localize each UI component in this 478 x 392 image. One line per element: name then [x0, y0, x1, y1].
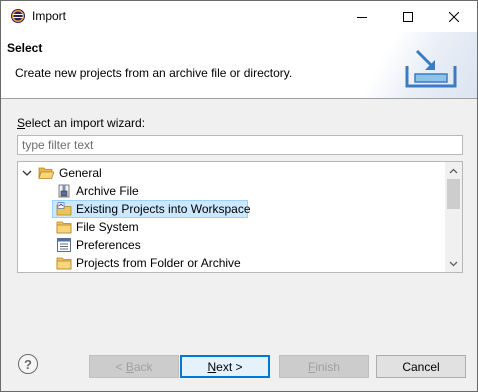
finish-button[interactable]: Finish — [279, 355, 369, 378]
maximize-icon — [403, 11, 413, 22]
import-dialog: Import Select Create new projects from a… — [0, 0, 478, 392]
scroll-down-button[interactable] — [445, 255, 462, 272]
folder-open-icon — [38, 167, 54, 179]
folder-icon — [56, 257, 72, 270]
minimize-icon — [357, 16, 367, 18]
filter-input[interactable] — [17, 135, 463, 155]
cancel-button[interactable]: Cancel — [376, 355, 466, 378]
close-icon — [449, 11, 459, 22]
next-button[interactable]: Next > — [180, 355, 270, 378]
help-button[interactable]: ? — [18, 354, 38, 374]
tree-item-label: Projects from Folder or Archive — [76, 256, 241, 270]
wizard-tree[interactable]: General Archive File Existing Projects i… — [17, 161, 463, 273]
chevron-up-icon — [449, 168, 458, 173]
wizard-label: Select an import wizard: — [17, 116, 146, 130]
archive-file-icon — [58, 184, 70, 198]
page-description: Create new projects from an archive file… — [15, 66, 293, 80]
maximize-button[interactable] — [385, 1, 431, 32]
tree-scrollbar[interactable] — [445, 162, 462, 272]
close-button[interactable] — [431, 1, 477, 32]
scroll-thumb[interactable] — [447, 179, 460, 209]
page-title: Select — [7, 41, 43, 55]
tree-item-label: Archive File — [76, 184, 139, 198]
chevron-down-icon[interactable] — [22, 168, 32, 178]
tree-item-label: Preferences — [76, 238, 141, 252]
minimize-button[interactable] — [339, 1, 385, 32]
eclipse-icon — [11, 9, 25, 23]
help-icon: ? — [24, 356, 32, 372]
chevron-down-icon — [449, 261, 458, 266]
title-bar: Import — [1, 1, 477, 32]
tree-item-label: General — [59, 166, 102, 180]
back-button[interactable]: < Back — [89, 355, 179, 378]
banner-divider — [1, 98, 477, 99]
tree-item-label: File System — [76, 220, 139, 234]
tree-item-label: Existing Projects into Workspace — [76, 202, 251, 216]
existing-projects-icon — [56, 202, 72, 216]
import-wizard-icon — [405, 49, 457, 88]
folder-icon — [56, 221, 72, 234]
wizard-banner: Select Create new projects from an archi… — [1, 32, 477, 98]
scroll-up-button[interactable] — [445, 162, 462, 179]
window-title: Import — [32, 9, 67, 23]
preferences-icon — [57, 238, 71, 252]
